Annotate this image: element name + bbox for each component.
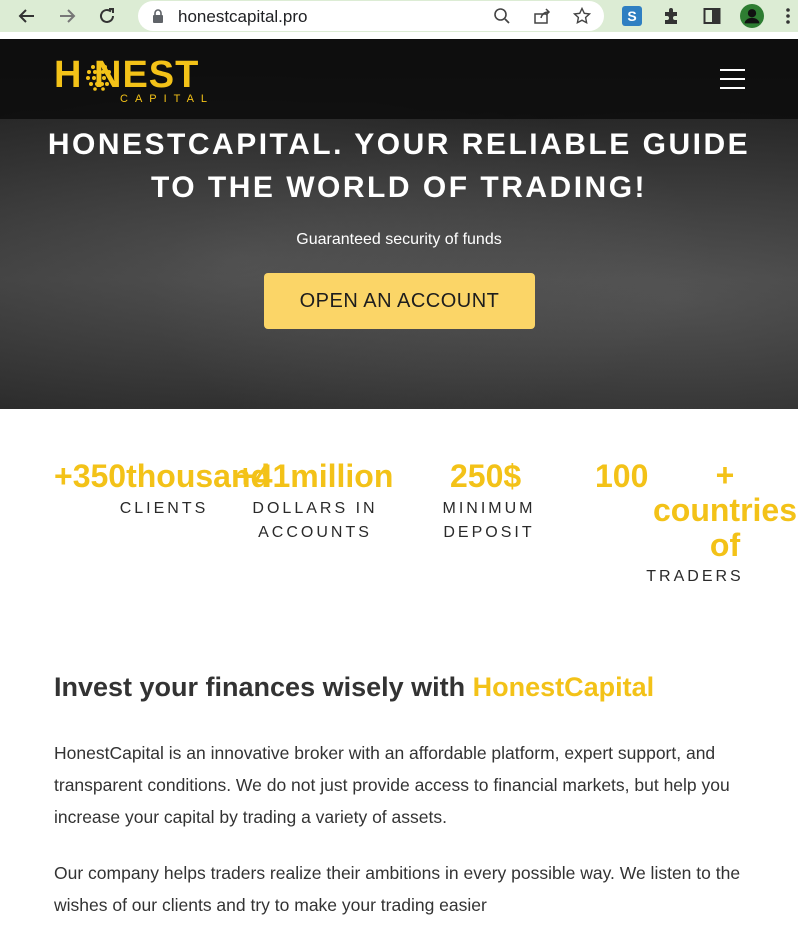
stat-deposit-value: 250$ <box>450 458 522 494</box>
hero-section: H NEST CAPITAL HONESTCAPITAL. YOUR RELIA… <box>0 39 798 409</box>
logo-dot-globe-icon <box>86 63 112 91</box>
browser-toolbar: honestcapital.pro S <box>0 0 798 32</box>
kebab-menu-icon[interactable] <box>780 4 796 28</box>
extension-s-icon[interactable]: S <box>620 4 644 28</box>
stat-clients-label: CLIENTS <box>119 500 209 517</box>
zoom-icon[interactable] <box>492 6 512 26</box>
back-arrow-icon[interactable] <box>14 3 40 29</box>
address-bar[interactable]: honestcapital.pro <box>138 1 604 31</box>
stat-deposit-label: MINIMUM DEPOSIT <box>442 500 536 541</box>
lock-icon <box>152 9 164 28</box>
hero-subtitle: Guaranteed security of funds <box>296 231 502 248</box>
intro-paragraph: HonestCapital is an innovative broker wi… <box>54 743 730 827</box>
stat-dollars-label: DOLLARS IN ACCOUNTS <box>252 500 378 541</box>
logo-wordmark: H NEST <box>54 54 200 96</box>
extensions-puzzle-icon[interactable] <box>660 4 684 28</box>
open-account-button[interactable]: OPEN AN ACCOUNT <box>264 273 535 329</box>
forward-arrow-icon[interactable] <box>54 3 80 29</box>
heading-accent: HonestCapital <box>472 672 655 702</box>
profile-avatar-icon[interactable] <box>740 4 764 28</box>
stat-countries-value: 100 <box>595 458 649 494</box>
svg-text:S: S <box>627 8 636 24</box>
hero-title: HONESTCAPITAL. YOUR RELIABLE GUIDE TO TH… <box>47 128 751 204</box>
site-logo[interactable]: H NEST CAPITAL <box>54 55 229 105</box>
hamburger-menu-icon[interactable] <box>720 69 746 89</box>
stat-traders-label: TRADERS <box>646 568 744 585</box>
logo-subtitle: CAPITAL <box>120 93 215 105</box>
side-panel-icon[interactable] <box>700 4 724 28</box>
section-heading: Invest your finances wisely with HonestC… <box>54 672 654 703</box>
stat-countries-extra: + countries of <box>652 457 798 563</box>
site-header: H NEST CAPITAL <box>0 39 798 119</box>
star-icon[interactable] <box>572 6 592 26</box>
heading-prefix: Invest your finances wisely with <box>54 672 473 702</box>
share-icon[interactable] <box>532 6 552 26</box>
reload-icon[interactable] <box>94 3 120 29</box>
url-text: honestcapital.pro <box>178 7 308 26</box>
company-paragraph: Our company helps traders realize their … <box>54 863 741 915</box>
stat-dollars-value: +41million <box>236 458 394 494</box>
